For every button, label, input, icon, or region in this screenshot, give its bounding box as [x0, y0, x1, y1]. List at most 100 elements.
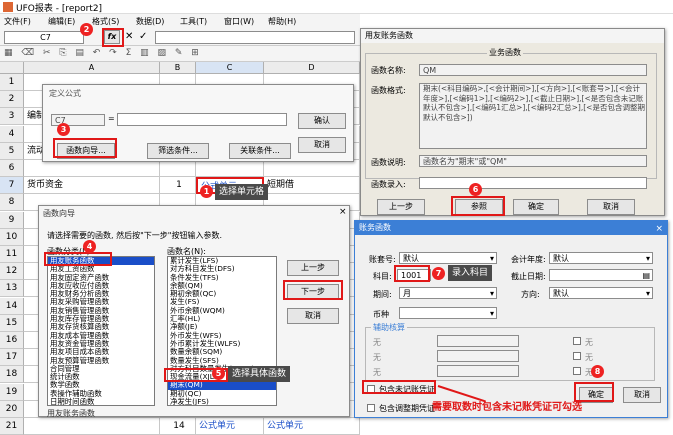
row-header[interactable]: 12	[0, 263, 24, 281]
menu-window[interactable]: 窗口(W)	[224, 16, 254, 27]
row-header[interactable]: 4	[0, 125, 24, 143]
period-select[interactable]: 月 ▾	[399, 287, 497, 299]
biz-cancel-button[interactable]: 取消	[587, 199, 635, 215]
toolbar-icons[interactable]: ▦ ⌫ ✂ ⎘ ▤ ↶ ↷ Σ ▥ ▨ ✎ ⊞	[4, 48, 202, 58]
filter-condition-button[interactable]: 筛选条件...	[147, 143, 209, 159]
menu-help[interactable]: 帮助(H)	[268, 16, 296, 27]
marker-3: 3	[57, 123, 70, 136]
row-header[interactable]: 19	[0, 383, 24, 401]
note-unposted: 需要取数时包含未记账凭证可勾选	[432, 402, 582, 413]
cancel-icon[interactable]: ✕	[125, 31, 133, 42]
row-header[interactable]: 3	[0, 108, 24, 126]
year-label: 会计年度:	[511, 255, 546, 264]
row-header[interactable]: 20	[0, 400, 24, 418]
col-header-c[interactable]: C	[196, 62, 264, 74]
red-box-ref	[451, 196, 505, 216]
acct-close-icon[interactable]: ×	[655, 222, 663, 236]
aux-3-left-input[interactable]	[437, 365, 519, 377]
equals-sign: =	[108, 114, 115, 123]
row-header[interactable]: 18	[0, 366, 24, 384]
direction-select[interactable]: 默认 ▾	[549, 287, 653, 299]
row-header[interactable]: 15	[0, 314, 24, 332]
biz-title: 用友账务函数	[365, 31, 413, 40]
check-icon[interactable]: ✓	[139, 31, 147, 42]
sheet-cell[interactable]: 1	[160, 177, 196, 195]
biz-desc-label: 函数说明:	[371, 158, 406, 167]
period-label: 期间:	[373, 290, 392, 299]
period-value: 月	[403, 289, 411, 298]
col-header-d[interactable]: D	[264, 62, 360, 74]
aux-group-caption: 辅助核算	[371, 322, 407, 333]
biz-group-caption: 业务函数	[487, 47, 523, 58]
app-title: UFO报表 - [report2]	[16, 4, 103, 14]
row-header[interactable]: 11	[0, 246, 24, 263]
category-list[interactable]: 用友账务函数 用友工资函数 用友固定资产函数 用友应收应付函数 用友财务分析函数 用友采购…	[47, 256, 155, 406]
biz-prev-button[interactable]: 上一步	[377, 199, 425, 215]
formula-input[interactable]	[155, 31, 355, 44]
sheet-cell[interactable]	[264, 160, 360, 177]
sheet-cell[interactable]	[24, 160, 160, 177]
sheet-cell[interactable]: 公式单元	[264, 418, 360, 435]
toolbar: ▦ ⌫ ✂ ⎘ ▤ ↶ ↷ Σ ▥ ▨ ✎ ⊞	[0, 46, 360, 62]
row-header[interactable]: 10	[0, 228, 24, 246]
aux-2-check[interactable]	[573, 352, 581, 360]
acct-cancel-button[interactable]: 取消	[623, 387, 661, 403]
sheet-cell[interactable]: 货币资金	[24, 177, 160, 195]
biz-titlebar: 用友账务函数	[361, 29, 664, 43]
row-header[interactable]: 16	[0, 332, 24, 349]
red-box-wizard	[53, 138, 117, 158]
year-select[interactable]: 默认 ▾	[549, 252, 653, 264]
direction-label: 方向:	[521, 290, 540, 299]
row-header[interactable]: 2	[0, 91, 24, 109]
row-header[interactable]: 13	[0, 280, 24, 298]
sheet-cell[interactable]	[24, 418, 160, 435]
col-header-b[interactable]: B	[160, 62, 196, 74]
tip-enter-subject: 录入科目	[448, 265, 493, 281]
aux-3-check[interactable]	[573, 367, 581, 375]
biz-ok-button[interactable]: 确定	[513, 199, 559, 215]
adjust-checkbox[interactable]	[367, 404, 375, 412]
sheet-cell[interactable]: 公式单元	[196, 418, 264, 435]
aux-1-right-label: 无	[585, 338, 593, 347]
row-header[interactable]: 21	[0, 418, 24, 435]
marker-4: 4	[83, 240, 96, 253]
define-cancel-button[interactable]: 取消	[298, 137, 346, 153]
menu-file[interactable]: 文件(F)	[4, 16, 31, 27]
row-header[interactable]: 1	[0, 74, 24, 91]
sheet-cell[interactable]: 14	[160, 418, 196, 435]
cell-ref-box[interactable]: C7	[4, 31, 84, 44]
row-header[interactable]: 8	[0, 194, 24, 212]
row-header[interactable]: 17	[0, 349, 24, 367]
aux-2-left-input[interactable]	[437, 350, 519, 362]
wizard-close-icon[interactable]: ×	[339, 207, 347, 217]
aux-1-left-input[interactable]	[437, 335, 519, 347]
aux-1-check[interactable]	[573, 337, 581, 345]
currency-select[interactable]: ▾	[399, 307, 497, 319]
marker-7: 7	[432, 267, 445, 280]
app-titlebar: UFO报表 - [report2]	[0, 0, 673, 14]
book-select[interactable]: 默认 ▾	[399, 252, 497, 264]
row-header[interactable]: 9	[0, 211, 24, 229]
col-header-a[interactable]: A	[24, 62, 160, 74]
row-header[interactable]: 7	[0, 177, 24, 195]
sheet-cell[interactable]	[160, 160, 196, 177]
function-list[interactable]: 累计发生(LFS) 对方科目发生(DFS) 条件发生(TFS) 余额(QM) 期初余额(…	[167, 256, 277, 406]
define-formula-input[interactable]	[117, 113, 287, 126]
row-header[interactable]: 6	[0, 160, 24, 177]
relation-condition-button[interactable]: 关联条件...	[229, 143, 291, 159]
row-header[interactable]: 5	[0, 142, 24, 160]
row-header[interactable]: 14	[0, 297, 24, 315]
cutoff-date-input[interactable]: ▤	[549, 269, 653, 281]
sheet-cell[interactable]	[196, 160, 264, 177]
subject-label: 科目:	[373, 272, 392, 281]
menu-edit[interactable]: 编辑(E)	[48, 16, 75, 27]
wizard-cancel-button[interactable]: 取消	[287, 308, 339, 324]
menu-format[interactable]: 格式(S)	[92, 16, 119, 27]
menu-tools[interactable]: 工具(T)	[180, 16, 207, 27]
biz-input-field[interactable]	[419, 177, 647, 189]
define-ok-button[interactable]: 确认	[298, 113, 346, 129]
menu-data[interactable]: 数据(D)	[136, 16, 164, 27]
wizard-prev-button[interactable]: 上一步	[287, 260, 339, 276]
red-box-unposted	[362, 380, 436, 394]
sheet-cell[interactable]: 短期借	[264, 177, 360, 195]
